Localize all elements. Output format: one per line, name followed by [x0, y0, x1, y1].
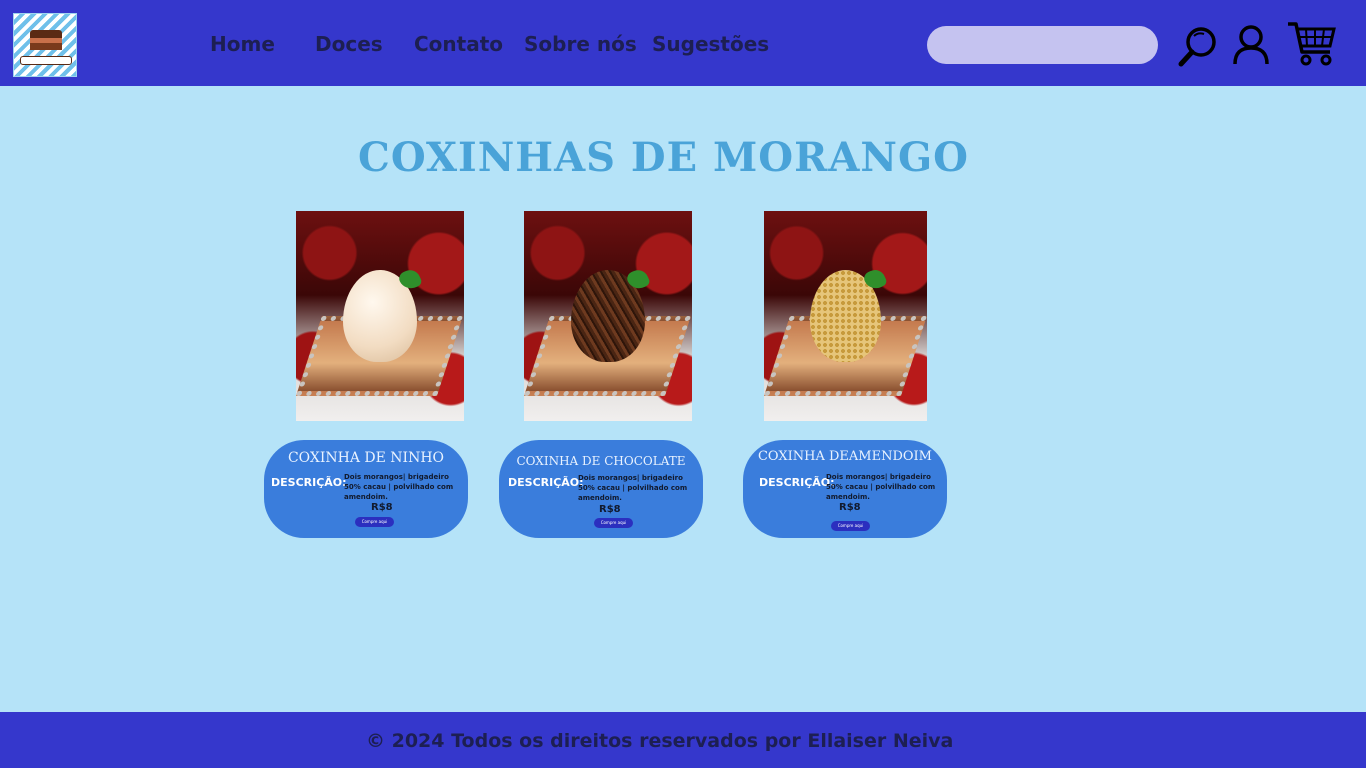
product-price: R$8	[371, 502, 393, 513]
logo-badge	[20, 56, 72, 65]
desc-label: DESCRIÇÃO:	[271, 476, 347, 489]
nav-doces[interactable]: Doces	[315, 30, 383, 58]
page-title: COXINHAS DE MORANGO	[358, 134, 969, 181]
product-card: COXINHA DE CHOCOLATE DESCRIÇÃO: Dois mor…	[499, 440, 703, 538]
product-image-ninho[interactable]	[296, 211, 464, 421]
product-card: COXINHA DE NINHO DESCRIÇÃO: Dois morango…	[264, 440, 468, 538]
product-image-chocolate[interactable]	[524, 211, 692, 421]
page-footer: © 2024 Todos os direitos reservados por …	[0, 712, 1366, 768]
product-title: COXINHA DE CHOCOLATE	[516, 454, 686, 468]
nav-sugestoes[interactable]: Sugestões	[652, 30, 769, 58]
product-card: COXINHA DEAMENDOIM DESCRIÇÃO: Dois moran…	[743, 440, 947, 538]
product-title: COXINHA DE NINHO	[287, 450, 445, 466]
buy-button[interactable]: Compre aqui	[831, 521, 870, 531]
copyright-text: © 2024 Todos os direitos reservados por …	[366, 730, 954, 752]
desc-label: DESCRIÇÃO:	[759, 476, 835, 489]
cake-icon	[30, 30, 62, 50]
nav-home[interactable]: Home	[210, 30, 275, 58]
user-icon[interactable]	[1232, 24, 1270, 70]
product-image-amendoim[interactable]	[764, 211, 927, 421]
nav-contato[interactable]: Contato	[414, 30, 503, 58]
cart-icon[interactable]	[1286, 20, 1338, 70]
search-icon[interactable]	[1176, 24, 1220, 72]
top-header: Home Doces Contato Sobre nós Sugestões	[0, 0, 1366, 86]
product-description: Dois morangos| brigadeiro 50% cacau | po…	[344, 473, 454, 501]
product-title: COXINHA DEAMENDOIM	[757, 449, 932, 464]
desc-label: DESCRIÇÃO:	[508, 476, 584, 489]
product-price: R$8	[839, 502, 861, 513]
product-description: Dois morangos| brigadeiro 50% cacau | po…	[826, 473, 936, 501]
search-input[interactable]	[927, 26, 1158, 64]
cake-logo[interactable]	[13, 13, 77, 77]
product-description: Dois morangos| brigadeiro 50% cacau | po…	[578, 474, 688, 502]
nav-sobre-nos[interactable]: Sobre nós	[524, 30, 637, 58]
buy-button[interactable]: Compre aqui	[594, 518, 633, 528]
product-price: R$8	[599, 504, 621, 515]
buy-button[interactable]: Compre aqui	[355, 517, 394, 527]
